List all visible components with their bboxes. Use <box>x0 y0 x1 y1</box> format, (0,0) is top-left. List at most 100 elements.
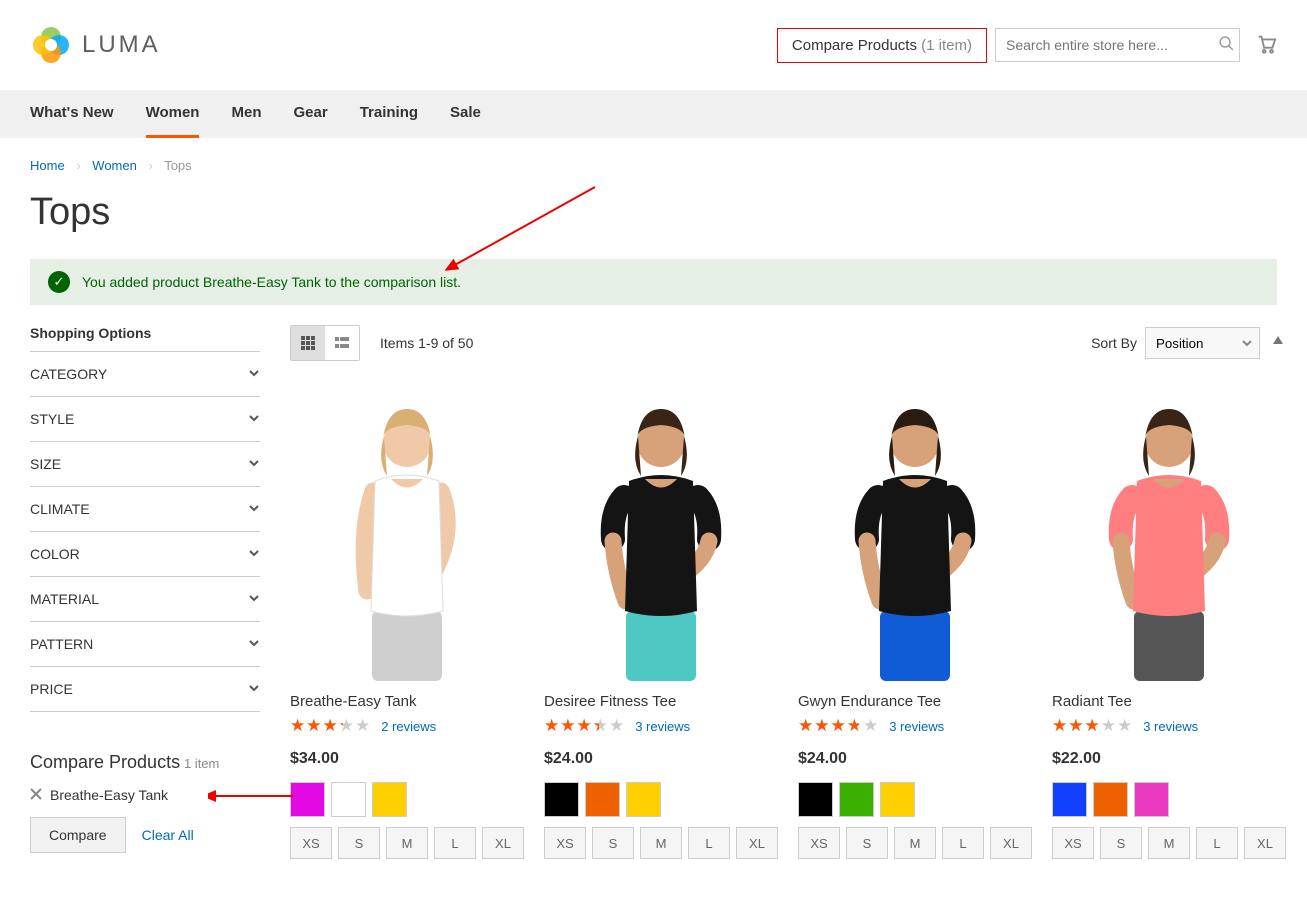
breadcrumb-home[interactable]: Home <box>30 158 65 173</box>
product-image[interactable] <box>798 381 1032 681</box>
compare-products-link[interactable]: Compare Products (1 item) <box>777 28 987 63</box>
size-option[interactable]: XL <box>482 827 524 859</box>
nav-item-gear[interactable]: Gear <box>293 90 327 138</box>
filter-pattern[interactable]: PATTERN <box>30 621 260 666</box>
sort-select[interactable]: Position <box>1145 327 1260 359</box>
size-option[interactable]: XS <box>798 827 840 859</box>
size-option[interactable]: M <box>1148 827 1190 859</box>
product-name[interactable]: Radiant Tee <box>1052 693 1286 710</box>
filter-price[interactable]: PRICE <box>30 666 260 712</box>
chevron-down-icon <box>248 546 260 562</box>
nav-item-what-s-new[interactable]: What's New <box>30 90 114 138</box>
remove-compare-icon[interactable] <box>30 787 42 803</box>
size-option[interactable]: M <box>386 827 428 859</box>
sort-direction-button[interactable] <box>1270 334 1286 353</box>
product-name[interactable]: Gwyn Endurance Tee <box>798 693 1032 710</box>
size-option[interactable]: S <box>338 827 380 859</box>
size-option[interactable]: M <box>640 827 682 859</box>
compare-label: Compare Products <box>792 37 917 54</box>
rating-stars: ★★★★★★★★★★ <box>1052 716 1133 736</box>
product-name[interactable]: Desiree Fitness Tee <box>544 693 778 710</box>
color-swatch[interactable] <box>880 782 915 817</box>
rating-stars: ★★★★★★★★★★ <box>290 716 371 736</box>
filter-style[interactable]: STYLE <box>30 396 260 441</box>
success-message: ✓ You added product Breathe-Easy Tank to… <box>30 259 1277 305</box>
color-swatch[interactable] <box>585 782 620 817</box>
color-swatch[interactable] <box>1093 782 1128 817</box>
size-option[interactable]: S <box>846 827 888 859</box>
filter-label: MATERIAL <box>30 591 99 607</box>
clear-all-link[interactable]: Clear All <box>142 827 194 843</box>
filter-size[interactable]: SIZE <box>30 441 260 486</box>
store-logo[interactable]: LUMA <box>30 24 161 66</box>
nav-item-training[interactable]: Training <box>360 90 418 138</box>
compare-item: Breathe-Easy Tank <box>30 787 260 803</box>
reviews-link[interactable]: 2 reviews <box>381 719 436 734</box>
chevron-down-icon <box>248 411 260 427</box>
cart-icon[interactable] <box>1255 33 1277 58</box>
search-input[interactable] <box>995 28 1240 62</box>
color-swatch[interactable] <box>290 782 325 817</box>
product-card: Radiant Tee ★★★★★★★★★★ 3 reviews $22.00 … <box>1052 381 1286 859</box>
product-card: Breathe-Easy Tank ★★★★★★★★★★ 2 reviews $… <box>290 381 524 859</box>
color-swatch[interactable] <box>626 782 661 817</box>
size-option[interactable]: L <box>434 827 476 859</box>
check-icon: ✓ <box>48 271 70 293</box>
toolbar-amount: Items 1-9 of 50 <box>380 335 473 351</box>
chevron-down-icon <box>248 366 260 382</box>
reviews-link[interactable]: 3 reviews <box>889 719 944 734</box>
size-option[interactable]: XS <box>544 827 586 859</box>
color-swatch[interactable] <box>544 782 579 817</box>
filter-material[interactable]: MATERIAL <box>30 576 260 621</box>
product-image[interactable] <box>290 381 524 681</box>
logo-text: LUMA <box>82 31 161 59</box>
filter-color[interactable]: COLOR <box>30 531 260 576</box>
breadcrumb: Home › Women › Tops <box>0 138 1307 183</box>
product-price: $34.00 <box>290 750 524 768</box>
product-name[interactable]: Breathe-Easy Tank <box>290 693 524 710</box>
reviews-link[interactable]: 3 reviews <box>635 719 690 734</box>
reviews-link[interactable]: 3 reviews <box>1143 719 1198 734</box>
filter-climate[interactable]: CLIMATE <box>30 486 260 531</box>
size-option[interactable]: XS <box>290 827 332 859</box>
message-text: You added product Breathe-Easy Tank to t… <box>82 274 461 290</box>
color-swatch[interactable] <box>372 782 407 817</box>
search-icon[interactable] <box>1218 35 1235 55</box>
compare-button[interactable]: Compare <box>30 817 126 853</box>
size-option[interactable]: M <box>894 827 936 859</box>
size-option[interactable]: XS <box>1052 827 1094 859</box>
nav-item-sale[interactable]: Sale <box>450 90 481 138</box>
color-swatch[interactable] <box>331 782 366 817</box>
size-option[interactable]: S <box>592 827 634 859</box>
product-price: $24.00 <box>544 750 778 768</box>
compare-item-name[interactable]: Breathe-Easy Tank <box>50 787 168 803</box>
size-option[interactable]: S <box>1100 827 1142 859</box>
compare-block-title: Compare Products <box>30 752 180 772</box>
nav-item-men[interactable]: Men <box>231 90 261 138</box>
rating-stars: ★★★★★★★★★★ <box>544 716 625 736</box>
nav-item-women[interactable]: Women <box>146 90 200 138</box>
compare-block-count: 1 item <box>184 756 219 771</box>
product-price: $24.00 <box>798 750 1032 768</box>
color-swatch[interactable] <box>1134 782 1169 817</box>
page-title: Tops <box>0 183 1307 259</box>
product-card: Desiree Fitness Tee ★★★★★★★★★★ 3 reviews… <box>544 381 778 859</box>
filters-title: Shopping Options <box>30 325 260 351</box>
color-swatch[interactable] <box>1052 782 1087 817</box>
size-option[interactable]: XL <box>1244 827 1286 859</box>
grid-view-button[interactable] <box>291 326 325 360</box>
size-option[interactable]: XL <box>736 827 778 859</box>
product-image[interactable] <box>544 381 778 681</box>
filter-label: COLOR <box>30 546 80 562</box>
size-option[interactable]: L <box>942 827 984 859</box>
size-option[interactable]: L <box>688 827 730 859</box>
filter-category[interactable]: CATEGORY <box>30 351 260 396</box>
product-image[interactable] <box>1052 381 1286 681</box>
size-option[interactable]: L <box>1196 827 1238 859</box>
size-option[interactable]: XL <box>990 827 1032 859</box>
list-view-button[interactable] <box>325 326 359 360</box>
breadcrumb-women[interactable]: Women <box>92 158 137 173</box>
chevron-down-icon <box>248 501 260 517</box>
color-swatch[interactable] <box>839 782 874 817</box>
color-swatch[interactable] <box>798 782 833 817</box>
